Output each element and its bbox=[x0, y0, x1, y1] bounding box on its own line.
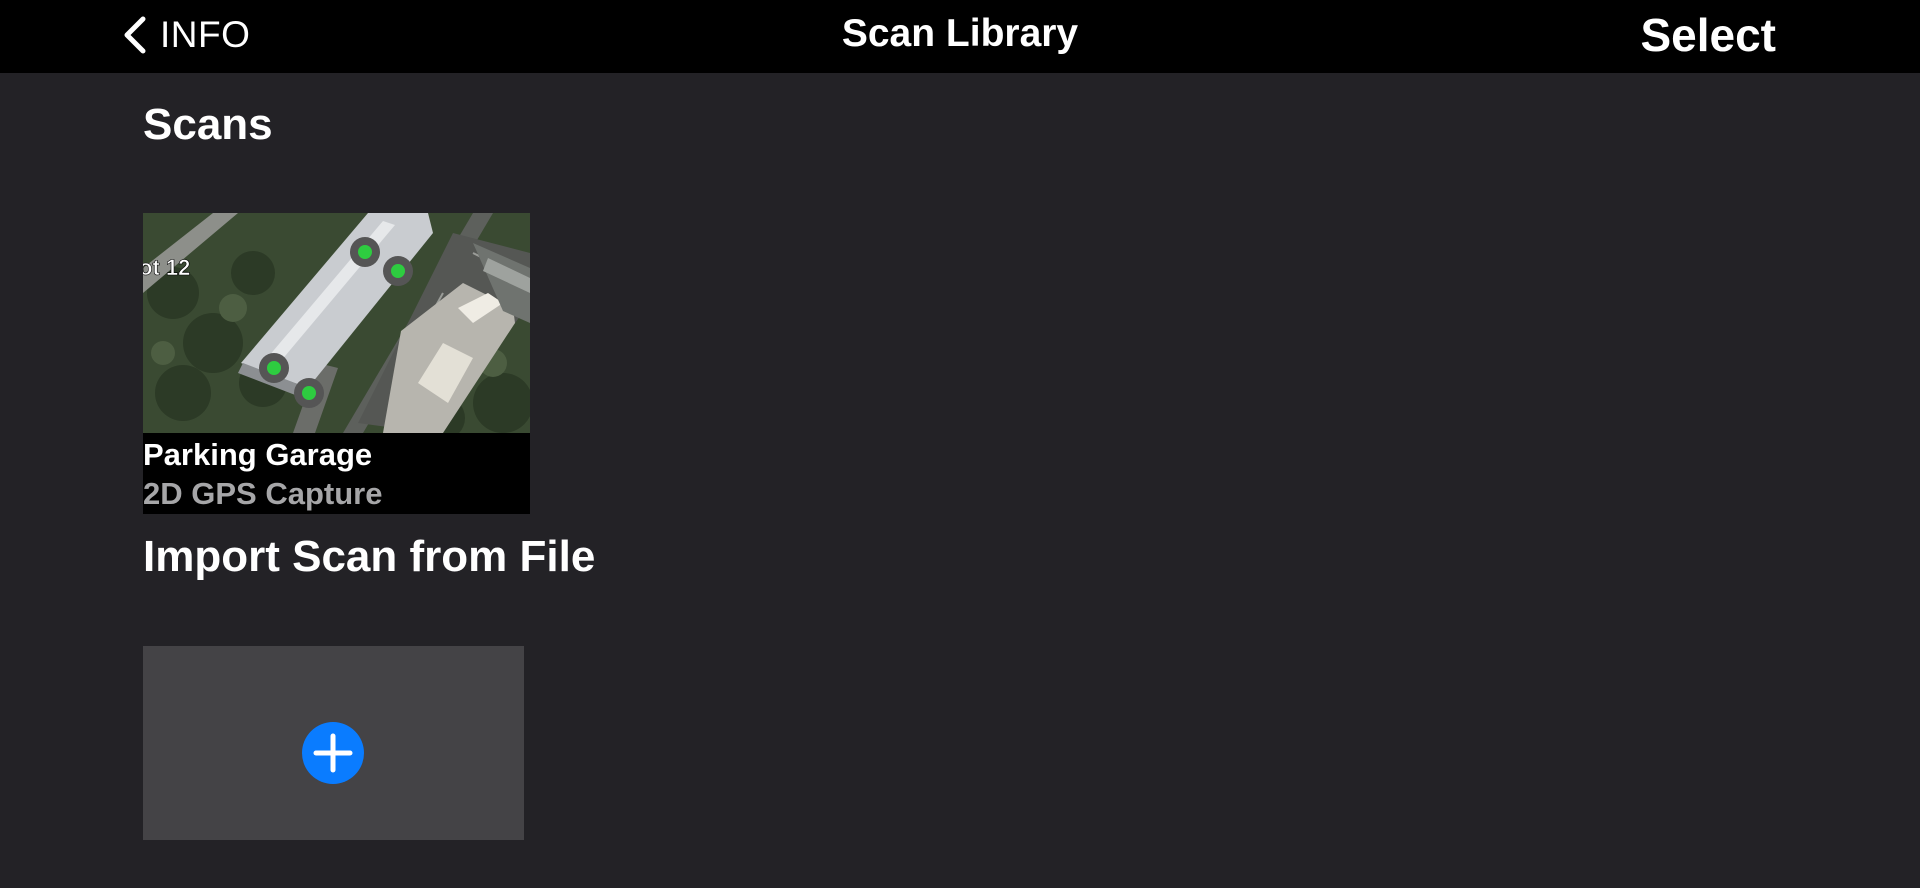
gps-marker-icon bbox=[350, 237, 380, 267]
scan-card-parking-garage[interactable]: ot 12 Parking Garage 2D GPS Capture bbox=[143, 213, 530, 514]
map-label: ot 12 bbox=[143, 255, 190, 280]
page-title: Scan Library bbox=[841, 12, 1079, 55]
scan-name: Parking Garage bbox=[143, 437, 373, 472]
import-section-title: Import Scan from File bbox=[143, 532, 596, 581]
import-scan-tile[interactable] bbox=[143, 646, 524, 840]
scan-thumbnail: ot 12 bbox=[143, 213, 530, 433]
gps-marker-icon bbox=[383, 256, 413, 286]
scans-section-title: Scans bbox=[143, 100, 273, 149]
gps-marker-icon bbox=[259, 353, 289, 383]
plus-circle-icon[interactable] bbox=[302, 722, 364, 784]
select-button[interactable]: Select bbox=[1640, 8, 1776, 62]
gps-marker-icon bbox=[294, 378, 324, 408]
scan-type: 2D GPS Capture bbox=[143, 476, 383, 511]
navigation-bar: INFO Scan Library Select bbox=[0, 0, 1920, 73]
